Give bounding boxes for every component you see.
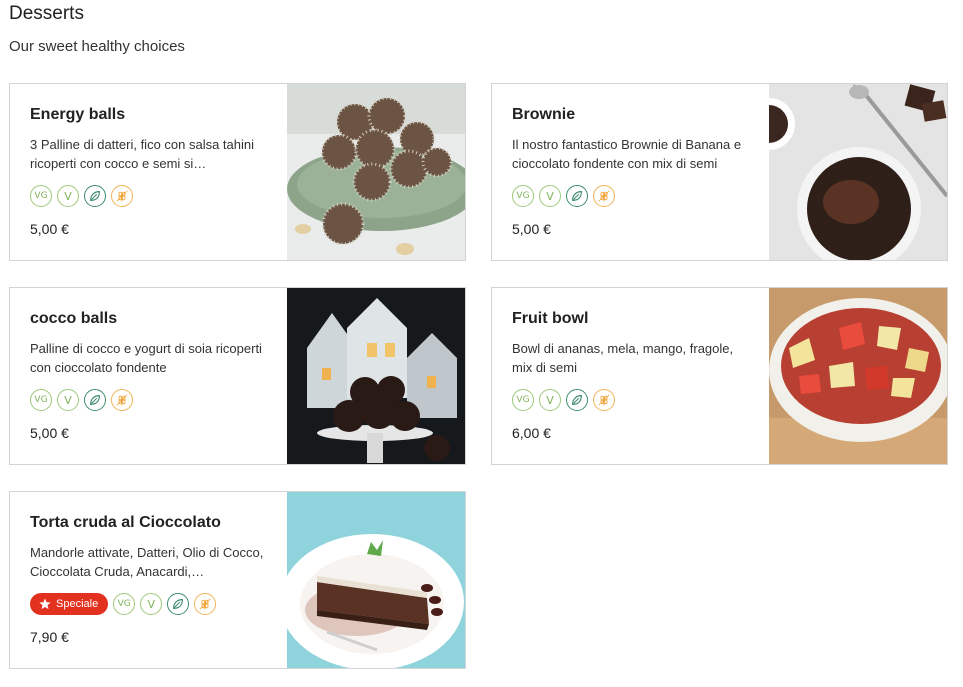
gluten-free-wheat-icon [111,185,133,207]
item-description: Palline di cocco e yogurt di soia ricope… [30,341,262,375]
dietary-badges: VG V [512,389,615,411]
vegetarian-icon: V [57,389,79,411]
item-description: 3 Palline di datteri, fico con salsa tah… [30,137,255,171]
leaf-icon [84,389,106,411]
special-badge: Speciale [30,593,109,615]
section-title: Desserts [9,3,84,24]
leaf-icon [167,593,190,615]
item-price: 5,00 € [512,221,551,237]
item-photo [287,288,465,464]
item-name: Brownie [512,106,576,123]
item-name: Fruit bowl [512,310,589,327]
item-description: Mandorle attivate, Datteri, Olio di Cocc… [30,545,264,579]
leaf-icon [84,185,106,207]
dietary-badges: VG V [30,185,133,207]
section-subtitle: Our sweet healthy choices [9,38,185,55]
vegan-icon: VG [512,389,534,411]
item-description: Bowl di ananas, mela, mango, fragole, mi… [512,341,734,375]
item-price: 5,00 € [30,221,69,237]
vegan-icon: VG [113,593,136,615]
item-name: Energy balls [30,106,126,123]
menu-item-card[interactable]: cocco balls Palline di cocco e yogurt di… [9,287,466,465]
vegetarian-icon: V [57,185,79,207]
gluten-free-wheat-icon [593,389,615,411]
dietary-badges: VG V [30,389,133,411]
dietary-badges: Speciale VG V [30,593,217,615]
vegan-icon: VG [30,185,52,207]
item-name: Torta cruda al Cioccolato [30,514,221,531]
item-photo [287,84,465,260]
vegan-icon: VG [30,389,52,411]
gluten-free-wheat-icon [194,593,217,615]
vegetarian-icon: V [140,593,163,615]
menu-item-card[interactable]: Energy balls 3 Palline di datteri, fico … [9,83,466,261]
gluten-free-wheat-icon [593,185,615,207]
menu-item-card[interactable]: Fruit bowl Bowl di ananas, mela, mango, … [491,287,948,465]
item-name: cocco balls [30,310,118,327]
item-description: Il nostro fantastico Brownie di Banana e… [512,137,742,171]
gluten-free-wheat-icon [111,389,133,411]
menu-item-card[interactable]: Brownie Il nostro fantastico Brownie di … [491,83,948,261]
leaf-icon [566,389,588,411]
menu-item-card[interactable]: Torta cruda al Cioccolato Mandorle attiv… [9,491,466,669]
item-photo [769,288,947,464]
dietary-badges: VG V [512,185,615,207]
item-price: 7,90 € [30,629,69,645]
star-icon [39,598,51,610]
item-photo [287,492,465,668]
item-photo [769,84,947,260]
item-price: 6,00 € [512,425,551,441]
leaf-icon [566,185,588,207]
vegetarian-icon: V [539,389,561,411]
item-price: 5,00 € [30,425,69,441]
vegetarian-icon: V [539,185,561,207]
special-label: Speciale [56,598,99,610]
vegan-icon: VG [512,185,534,207]
